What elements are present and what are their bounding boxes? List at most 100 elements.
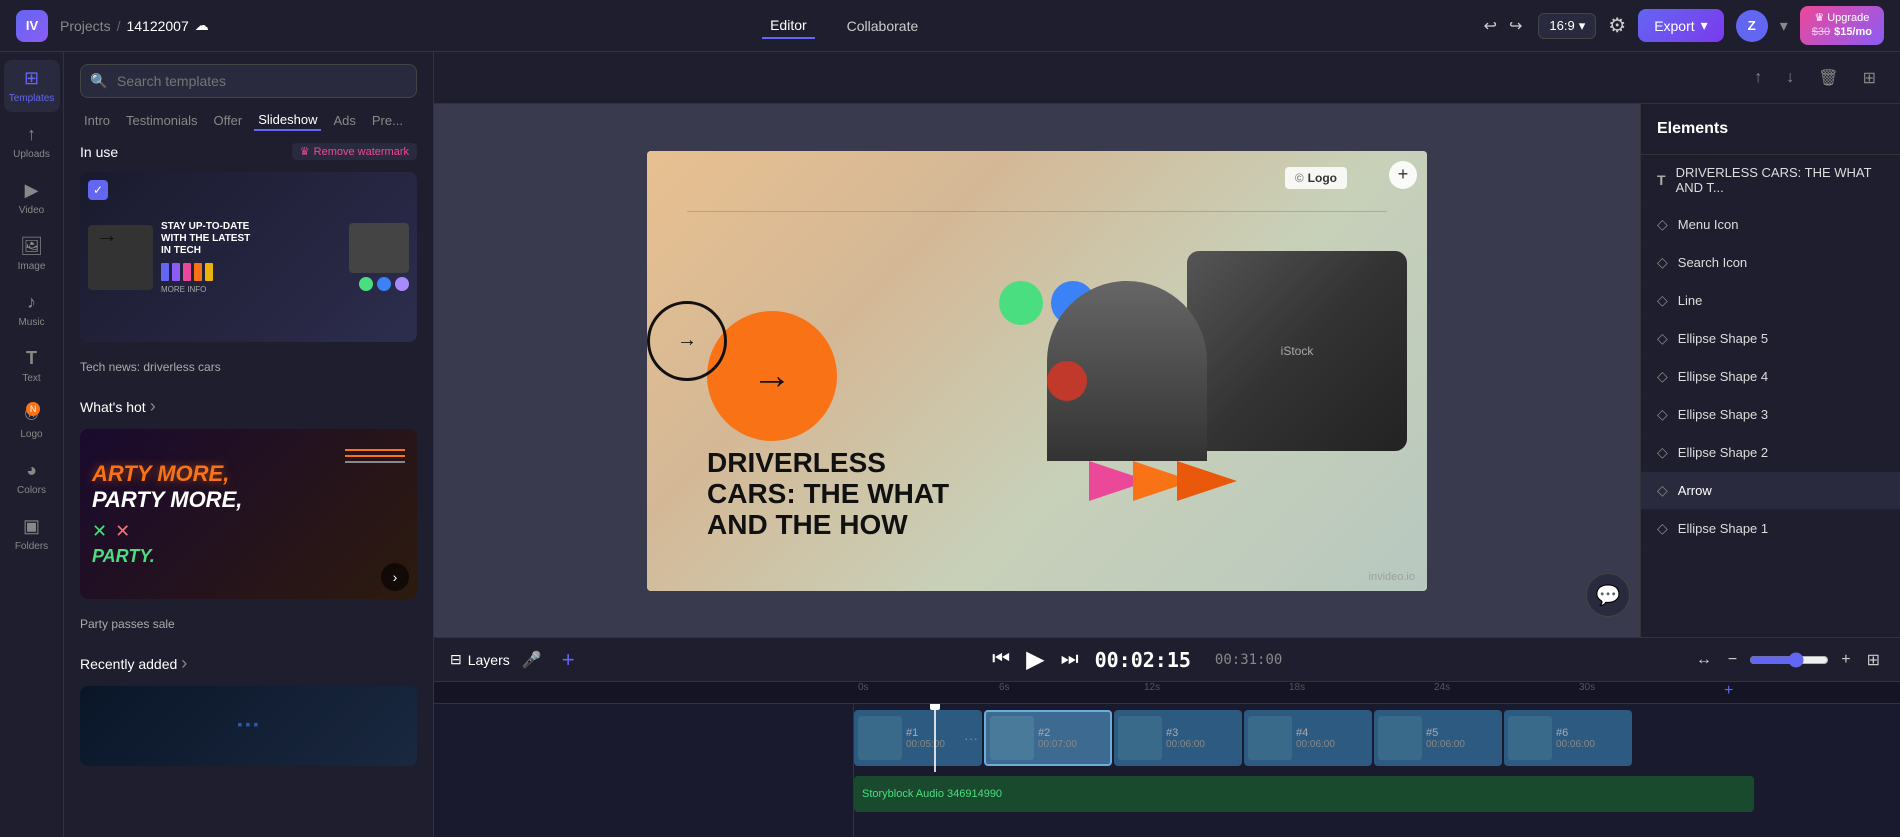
layers-button[interactable]: ⊟ Layers [450, 651, 510, 668]
add-track-button[interactable]: + [554, 647, 583, 673]
remove-watermark-btn[interactable]: ♛ Remove watermark [292, 143, 417, 160]
timeline: ⊟ Layers 🎤 + ⏮ ▶ ⏭ 00:02:15 00:31:00 ↔ −… [434, 637, 1900, 837]
editor-tab[interactable]: Editor [762, 13, 815, 39]
skip-back-button[interactable]: ⏮ [992, 648, 1010, 671]
trash-icon-btn[interactable]: 🗑 [1810, 64, 1846, 92]
playhead-handle[interactable] [930, 704, 940, 710]
sidebar-item-image[interactable]: 🖼 Image [4, 228, 60, 280]
template-card-2[interactable]: ARTY MORE, PARTY MORE, ✕ ✕ PARTY. › [80, 429, 417, 599]
templates-panel: 🔍 Intro Testimonials Offer Slideshow Ads… [64, 52, 434, 837]
video-label: Video [19, 205, 44, 216]
element-item-line[interactable]: ◇ Line [1641, 282, 1900, 320]
play-button[interactable]: ▶ [1026, 645, 1044, 674]
sidebar-item-folders[interactable]: ▣ Folders [4, 508, 60, 560]
canvas-arrow-element[interactable]: → → [707, 311, 837, 441]
app-logo[interactable]: IV [16, 10, 48, 42]
whats-hot-title[interactable]: What's hot › [80, 396, 417, 417]
ellipse3-element-icon: ◇ [1657, 406, 1668, 423]
clip-3-num: #3 [1166, 727, 1205, 739]
template-card-1[interactable]: ✓ STAY UP-TO-DATEWITH THE LATESTIN TECH [80, 172, 417, 342]
sidebar-item-uploads[interactable]: ↑ Uploads [4, 116, 60, 168]
templates-label: Templates [9, 93, 55, 104]
canvas-logo-label[interactable]: © Logo [1285, 167, 1347, 189]
mic-button[interactable]: 🎤 [522, 650, 542, 670]
filter-intro[interactable]: Intro [80, 110, 114, 131]
left-sidebar: ⊞ Templates ↑ Uploads ▶ Video 🖼 Image ♪ … [0, 52, 64, 837]
clip-4[interactable]: #4 00:06:00 [1244, 710, 1372, 766]
video-icon: ▶ [25, 180, 39, 201]
breadcrumb: Projects / 14122007 ☁ [60, 17, 209, 34]
search-icon: 🔍 [90, 73, 107, 90]
filter-slideshow[interactable]: Slideshow [254, 110, 321, 131]
element-item-ellipse5[interactable]: ◇ Ellipse Shape 5 [1641, 320, 1900, 358]
collaborate-tab[interactable]: Collaborate [839, 14, 927, 38]
topbar-right: ↩ ↪ 16:9 ▾ ⚙ Export ▾ Z ▾ ♛ Upgrade $30 … [1480, 6, 1884, 44]
redo-button[interactable]: ↪ [1505, 12, 1526, 40]
projects-link[interactable]: Projects [60, 18, 111, 34]
grid-icon-btn[interactable]: ⊞ [1855, 64, 1884, 92]
canvas-add-btn[interactable]: + [1389, 161, 1417, 189]
search-element-icon: ◇ [1657, 254, 1668, 271]
element-item-ellipse3[interactable]: ◇ Ellipse Shape 3 [1641, 396, 1900, 434]
sidebar-item-music[interactable]: ♪ Music [4, 284, 60, 336]
clip-3[interactable]: #3 00:06:00 [1114, 710, 1242, 766]
next-arrow[interactable]: › [381, 563, 409, 591]
aspect-ratio-button[interactable]: 16:9 ▾ [1538, 13, 1596, 39]
export-chevron: ▾ [1701, 17, 1708, 34]
clip-6[interactable]: #6 00:06:00 [1504, 710, 1632, 766]
download-icon-btn[interactable]: ↓ [1778, 65, 1802, 91]
user-avatar[interactable]: Z [1736, 10, 1768, 42]
colors-icon: ◕ [26, 460, 37, 481]
zoom-out-btn[interactable]: − [1724, 647, 1741, 673]
settings-button[interactable]: ⚙ [1608, 13, 1626, 38]
text-line3: AND THE HOW [707, 510, 949, 541]
current-time: 00:02:15 [1095, 648, 1191, 672]
undo-button[interactable]: ↩ [1480, 12, 1501, 40]
element-item-ellipse1[interactable]: ◇ Ellipse Shape 1 [1641, 510, 1900, 548]
clip-1[interactable]: #1 00:05:00 ··· [854, 710, 982, 766]
sidebar-item-logo[interactable]: ® N Logo [4, 396, 60, 448]
total-time: 00:31:00 [1215, 652, 1282, 668]
expand-horizontal-btn[interactable]: ↔ [1692, 647, 1716, 673]
skip-forward-button[interactable]: ⏭ [1061, 648, 1079, 671]
upload-icon-btn[interactable]: ↑ [1746, 65, 1770, 91]
search-input[interactable] [80, 64, 417, 98]
clip-5[interactable]: #5 00:06:00 [1374, 710, 1502, 766]
filter-offer[interactable]: Offer [210, 110, 247, 131]
canvas-main-text: DRIVERLESS CARS: THE WHAT AND THE HOW [707, 448, 949, 540]
canvas-container: + © Logo → [434, 104, 1640, 637]
sidebar-item-templates[interactable]: ⊞ Templates [4, 60, 60, 112]
element-name-search: Search Icon [1678, 255, 1747, 270]
filter-pre[interactable]: Pre... [368, 110, 407, 131]
zoom-in-btn[interactable]: + [1837, 647, 1854, 673]
grid-view-btn[interactable]: ⊞ [1863, 646, 1884, 674]
element-item-text[interactable]: T DRIVERLESS CARS: THE WHAT AND T... [1641, 155, 1900, 206]
timeline-add-ruler-btn[interactable]: + [1724, 682, 1756, 700]
element-item-arrow[interactable]: ◇ Arrow [1641, 472, 1900, 510]
audio-waveform[interactable]: Storyblock Audio 346914990 // Generate w… [854, 776, 1754, 812]
recently-card[interactable]: ··· [80, 686, 417, 766]
sidebar-item-text[interactable]: T Text [4, 340, 60, 392]
whats-hot-section: What's hot › ARTY MORE, PARTY MORE, ✕ ✕ [64, 396, 433, 653]
template-1-label: Tech news: driverless cars [80, 354, 417, 380]
element-item-ellipse2[interactable]: ◇ Ellipse Shape 2 [1641, 434, 1900, 472]
avatar-letter: Z [1748, 18, 1756, 33]
recently-added-title[interactable]: Recently added › [80, 653, 417, 674]
element-item-menu-icon[interactable]: ◇ Menu Icon [1641, 206, 1900, 244]
sidebar-item-colors[interactable]: ◕ Colors [4, 452, 60, 504]
filter-testimonials[interactable]: Testimonials [122, 110, 202, 131]
canvas[interactable]: + © Logo → [647, 151, 1427, 591]
upgrade-button[interactable]: ♛ Upgrade $30 $15/mo [1800, 6, 1884, 44]
chat-button[interactable]: 💬 [1586, 573, 1630, 617]
clip-2[interactable]: #2 00:07:00 [984, 710, 1112, 766]
sidebar-item-video[interactable]: ▶ Video [4, 172, 60, 224]
export-button[interactable]: Export ▾ [1638, 9, 1724, 42]
element-item-ellipse4[interactable]: ◇ Ellipse Shape 4 [1641, 358, 1900, 396]
element-item-search-icon[interactable]: ◇ Search Icon [1641, 244, 1900, 282]
element-name-ellipse5: Ellipse Shape 5 [1678, 331, 1768, 346]
clip-5-time: 00:06:00 [1426, 739, 1465, 750]
filter-ads[interactable]: Ads [329, 110, 359, 131]
music-label: Music [18, 317, 44, 328]
undo-redo-group: ↩ ↪ [1480, 12, 1527, 40]
zoom-slider[interactable] [1749, 652, 1829, 668]
